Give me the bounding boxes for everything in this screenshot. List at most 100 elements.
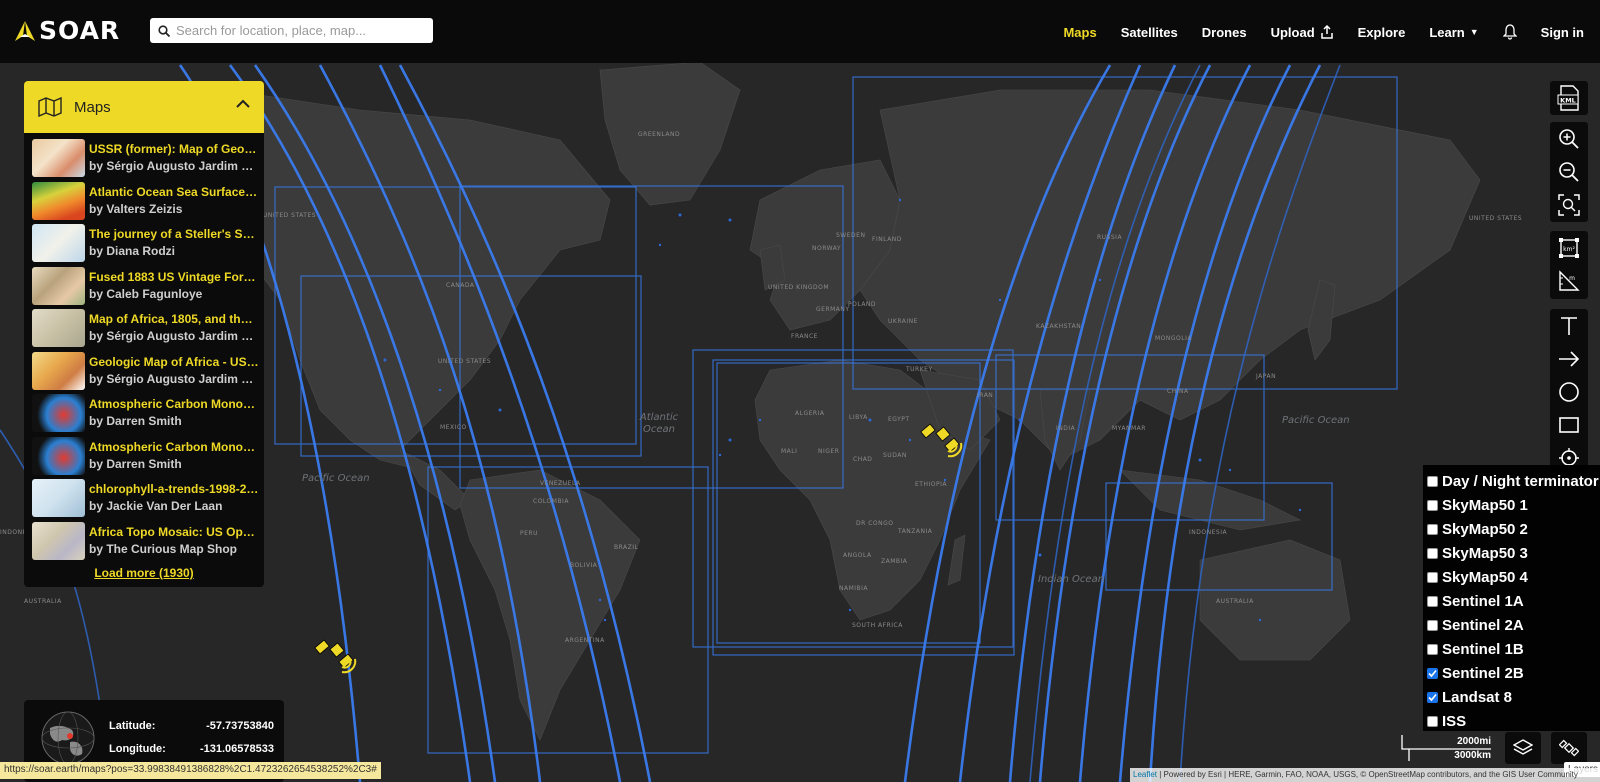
- map-label: UNITED STATES: [263, 212, 317, 219]
- map-label: ETHIOPIA: [915, 481, 947, 488]
- leaflet-link[interactable]: Leaflet: [1133, 770, 1157, 779]
- layer-sentinel-2a[interactable]: Sentinel 2A: [1423, 613, 1600, 637]
- layer-checkbox[interactable]: [1427, 715, 1438, 727]
- map-label: ANGOLA: [843, 552, 872, 559]
- notifications-button[interactable]: [1502, 24, 1517, 40]
- nav-upload[interactable]: Upload: [1271, 25, 1334, 40]
- zoom-extent-icon: [1558, 193, 1580, 216]
- satellite-small-icon: [1559, 739, 1579, 757]
- zoom-out-button[interactable]: [1550, 155, 1588, 188]
- scale-miles: 2000mi: [1457, 736, 1491, 747]
- layer-label: Day / Night terminator: [1442, 472, 1599, 490]
- layer-landsat-8[interactable]: Landsat 8: [1423, 685, 1600, 709]
- map-label: CHAD: [853, 456, 873, 463]
- map-label: MYANMAR: [1112, 425, 1146, 432]
- map-author: by Diana Rodzi: [89, 244, 176, 259]
- map-label: GREENLAND: [638, 131, 681, 138]
- layer-checkbox[interactable]: [1427, 499, 1438, 511]
- map-label: UNITED STATES: [438, 358, 492, 365]
- satellite-icon[interactable]: [920, 417, 966, 463]
- map-thumbnail: [32, 181, 85, 220]
- list-item[interactable]: chlorophyll-a-trends-1998-2018 by Jackie …: [24, 477, 264, 520]
- text-tool-button[interactable]: [1550, 309, 1588, 342]
- svg-text:km²: km²: [1563, 246, 1575, 253]
- layer-sentinel-2b[interactable]: Sentinel 2B: [1423, 661, 1600, 685]
- satellite-icon[interactable]: [314, 633, 360, 679]
- list-item[interactable]: Atmospheric Carbon Monoxide 2018 by Darre…: [24, 392, 264, 435]
- layer-skymap50-4[interactable]: SkyMap50 4: [1423, 565, 1600, 589]
- zoom-extent-button[interactable]: [1550, 188, 1588, 221]
- zoom-in-button[interactable]: [1550, 122, 1588, 155]
- layer-checkbox[interactable]: [1427, 643, 1438, 655]
- nav-maps[interactable]: Maps: [1063, 25, 1096, 40]
- load-more-link[interactable]: Load more (1930): [24, 566, 264, 580]
- layer-iss[interactable]: ISS: [1423, 709, 1600, 733]
- layer-skymap50-1[interactable]: SkyMap50 1: [1423, 493, 1600, 517]
- map-author: by Sérgio Augusto Jardim Volkmer: [89, 159, 259, 174]
- map-label: NORWAY: [812, 245, 842, 252]
- list-item[interactable]: Atlantic Ocean Sea Surface Temperature by…: [24, 180, 264, 223]
- search-input[interactable]: [176, 23, 416, 38]
- map-thumbnail: [32, 394, 85, 433]
- layer-checkbox-checked[interactable]: [1427, 691, 1438, 703]
- nav-learn[interactable]: Learn ▼: [1429, 25, 1478, 40]
- map-author: by Sérgio Augusto Jardim Volkmer: [89, 329, 259, 344]
- layer-skymap50-2[interactable]: SkyMap50 2: [1423, 517, 1600, 541]
- map-label: SWEDEN: [836, 232, 866, 239]
- map-label: LIBYA: [849, 414, 868, 421]
- layer-sentinel-1b[interactable]: Sentinel 1B: [1423, 637, 1600, 661]
- layer-label: Landsat 8: [1442, 688, 1513, 706]
- map-label: TURKEY: [906, 366, 933, 373]
- chevron-up-icon[interactable]: [236, 99, 250, 109]
- arrow-tool-button[interactable]: [1550, 342, 1588, 375]
- layer-checkbox-checked[interactable]: [1427, 667, 1438, 679]
- layer-checkbox[interactable]: [1427, 547, 1438, 559]
- layer-checkbox[interactable]: [1427, 571, 1438, 583]
- layer-checkbox[interactable]: [1427, 475, 1438, 487]
- map-author: by Darren Smith: [89, 456, 182, 471]
- nav-satellites[interactable]: Satellites: [1121, 25, 1178, 40]
- map-author: by Sérgio Augusto Jardim Volkmer: [89, 371, 259, 386]
- nav-explore[interactable]: Explore: [1358, 25, 1406, 40]
- map-label: FINLAND: [872, 236, 902, 243]
- layers-button[interactable]: [1505, 732, 1541, 764]
- sign-in-link[interactable]: Sign in: [1541, 25, 1584, 40]
- map-label: MALI: [781, 448, 798, 455]
- map-label: BOLIVIA: [570, 562, 598, 569]
- measure-area-button[interactable]: km²: [1550, 231, 1588, 264]
- layer-checkbox[interactable]: [1427, 619, 1438, 631]
- layer-checkbox[interactable]: [1427, 595, 1438, 607]
- layer-checkbox[interactable]: [1427, 523, 1438, 535]
- map-label: BRAZIL: [614, 544, 639, 551]
- satellite-layer-button[interactable]: [1551, 732, 1587, 764]
- longitude-row: Longitude: -131.06578533: [109, 743, 274, 755]
- list-item[interactable]: Geologic Map of Africa - USGS by Sérgio A…: [24, 350, 264, 393]
- nav-menu: Maps Satellites Drones Upload Explore Le…: [1039, 20, 1584, 44]
- map-label: GERMANY: [816, 306, 850, 313]
- layer-skymap50-3[interactable]: SkyMap50 3: [1423, 541, 1600, 565]
- draw-tool-group: [1550, 309, 1588, 474]
- soar-logo[interactable]: SOAR: [13, 18, 120, 43]
- list-item[interactable]: Fused 1883 US Vintage Forest Maps by Cale…: [24, 265, 264, 308]
- sidebar-header[interactable]: Maps: [24, 81, 264, 133]
- layer-day-night[interactable]: Day / Night terminator: [1423, 469, 1600, 493]
- kml-button[interactable]: KML: [1550, 81, 1588, 114]
- layers-icon: [1513, 739, 1533, 755]
- circle-tool-button[interactable]: [1550, 375, 1588, 408]
- search-box[interactable]: [150, 18, 433, 43]
- layer-sentinel-1a[interactable]: Sentinel 1A: [1423, 589, 1600, 613]
- layers-panel: Day / Night terminator SkyMap50 1 SkyMap…: [1423, 465, 1600, 731]
- map-label: ZAMBIA: [881, 558, 908, 565]
- rectangle-tool-button[interactable]: [1550, 408, 1588, 441]
- layer-label: SkyMap50 1: [1442, 496, 1528, 514]
- checkmark-icon: [1428, 669, 1437, 677]
- map-label: FRANCE: [791, 333, 818, 340]
- list-item[interactable]: The journey of a Steller's Sea Eagle by D…: [24, 222, 264, 265]
- nav-drones[interactable]: Drones: [1202, 25, 1247, 40]
- list-item[interactable]: Map of Africa, 1805, and the first by Sér…: [24, 307, 264, 350]
- list-item[interactable]: Atmospheric Carbon Monoxide 2019 by Darre…: [24, 435, 264, 478]
- measure-distance-button[interactable]: m: [1550, 264, 1588, 297]
- list-item[interactable]: USSR (former): Map of Geologic Provinces…: [24, 137, 264, 180]
- list-item[interactable]: Africa Topo Mosaic: US Operational by The…: [24, 520, 264, 563]
- map-author: by Caleb Fagunloye: [89, 286, 203, 301]
